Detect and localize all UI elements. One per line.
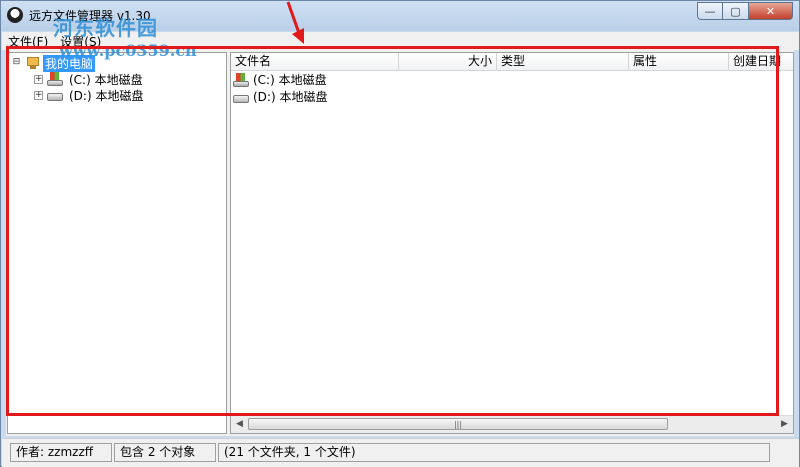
column-header-size[interactable]: 大小 — [399, 53, 497, 70]
menu-file[interactable]: 文件(F) — [2, 33, 54, 50]
client-area: ⊟ 我的电脑 + (C:) 本地磁盘 + (D:) 本地磁盘 文件名 大小 类型… — [6, 50, 794, 436]
system-drive-icon — [233, 72, 249, 87]
file-list[interactable]: 文件名 大小 类型 属性 创建日期 (C:) 本地磁盘 (D:) 本地磁盘 ◀ … — [230, 52, 794, 434]
column-header-attributes[interactable]: 属性 — [629, 53, 729, 70]
list-item[interactable]: (D:) 本地磁盘 — [233, 88, 327, 105]
tree-item-drive-c[interactable]: + (C:) 本地磁盘 — [34, 71, 145, 87]
list-item-name: (C:) 本地磁盘 — [253, 73, 327, 87]
column-header-name[interactable]: 文件名 — [231, 53, 399, 70]
status-object-count: 包含 2 个对象 — [114, 443, 216, 462]
status-author: 作者: zzmzzff — [10, 443, 112, 462]
list-header: 文件名 大小 类型 属性 创建日期 — [231, 53, 793, 71]
close-button[interactable]: ✕ — [749, 2, 793, 20]
scroll-left-button[interactable]: ◀ — [231, 416, 248, 432]
system-drive-icon — [47, 72, 63, 86]
tree-item-drive-d[interactable]: + (D:) 本地磁盘 — [34, 87, 145, 103]
tree-item-label[interactable]: 我的电脑 — [43, 54, 96, 72]
horizontal-scrollbar[interactable]: ◀ ||| ▶ — [231, 415, 793, 433]
computer-icon — [25, 56, 41, 70]
tree-item-label[interactable]: (D:) 本地磁盘 — [67, 87, 145, 104]
tree-item-label[interactable]: (C:) 本地磁盘 — [67, 71, 145, 88]
expand-icon[interactable]: + — [34, 90, 43, 100]
scroll-right-button[interactable]: ▶ — [776, 416, 793, 432]
menu-bar: 文件(F) 设置(S) — [2, 32, 799, 50]
app-window: 远方文件管理器 v1.30 — ▢ ✕ 文件(F) 设置(S) ⊟ 我的电脑 +… — [0, 0, 800, 467]
column-header-type[interactable]: 类型 — [497, 53, 629, 70]
minimize-button[interactable]: — — [697, 2, 723, 20]
status-detail: (21 个文件夹, 1 个文件) — [218, 443, 770, 462]
menu-settings[interactable]: 设置(S) — [54, 33, 107, 50]
tree-item-my-computer[interactable]: ⊟ 我的电脑 — [12, 54, 96, 72]
list-item-name: (D:) 本地磁盘 — [253, 90, 328, 104]
drive-icon — [47, 93, 63, 101]
column-header-created[interactable]: 创建日期 — [729, 53, 793, 70]
title-bar[interactable]: 远方文件管理器 v1.30 — ▢ ✕ — [1, 1, 799, 31]
maximize-button[interactable]: ▢ — [723, 2, 749, 20]
list-item[interactable]: (C:) 本地磁盘 — [233, 71, 327, 88]
window-title: 远方文件管理器 v1.30 — [29, 9, 151, 23]
skull-icon — [7, 7, 23, 23]
expand-icon[interactable]: + — [34, 74, 43, 84]
grip-icon: ||| — [453, 419, 463, 429]
drive-icon — [233, 94, 249, 103]
window-controls: — ▢ ✕ — [697, 2, 793, 20]
folder-tree[interactable]: ⊟ 我的电脑 + (C:) 本地磁盘 + (D:) 本地磁盘 — [7, 52, 227, 434]
collapse-icon[interactable]: ⊟ — [12, 57, 21, 68]
scroll-thumb[interactable]: ||| — [248, 418, 668, 430]
status-bar: 作者: zzmzzff 包含 2 个对象 (21 个文件夹, 1 个文件) — [2, 438, 799, 467]
